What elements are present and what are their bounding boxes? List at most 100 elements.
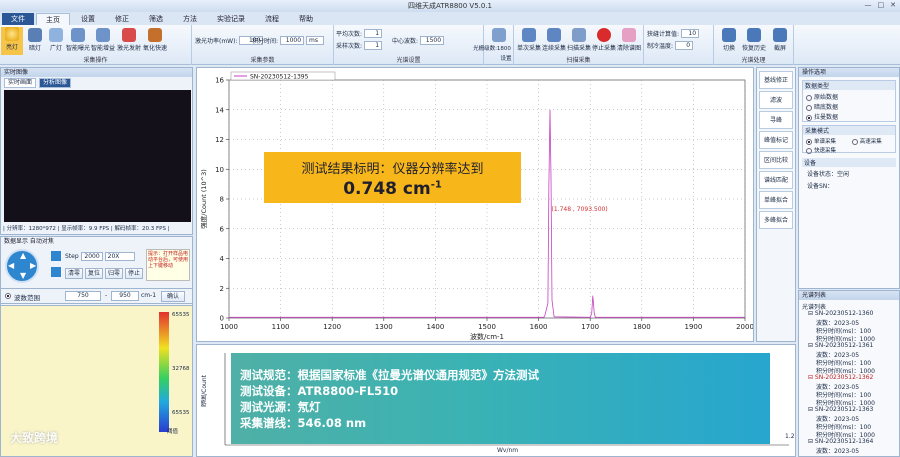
multi-fit-button[interactable]: 多峰拟合	[759, 211, 793, 229]
wide-button[interactable]: 广灯	[46, 28, 66, 52]
window-title: 四维天成ATR8800 V5.0.1	[407, 2, 493, 10]
tree-node[interactable]: ⊟ SN-20230512-1364	[808, 438, 873, 445]
sample-single-radio[interactable]	[806, 138, 812, 145]
peak-mark-button[interactable]: 峰值标记	[759, 131, 793, 149]
sample-mode-title: 采集模式	[803, 126, 895, 135]
mode-raman-radio[interactable]	[806, 114, 812, 121]
single-acquire-button[interactable]: 单次采集	[517, 28, 541, 52]
z-down-icon[interactable]	[51, 267, 61, 277]
mode-raw[interactable]: 原始数据	[806, 92, 895, 101]
integration-unit-select[interactable]: ms	[306, 36, 325, 45]
data-type-group: 数据类型 原始数据 暗底数据 拉曼数据	[802, 80, 896, 122]
wide-icon	[49, 28, 63, 42]
dark-icon	[28, 28, 42, 42]
group-label-params: 采集参数	[250, 57, 275, 64]
direction-pad[interactable]: ▲ ▼ ◀ ▶	[5, 249, 39, 283]
clear-button[interactable]: 清零	[65, 268, 83, 279]
restore-history-button[interactable]: 恢复历史	[742, 28, 766, 52]
laser-emit-button[interactable]: 激光发射	[117, 28, 141, 52]
auto-gain-button[interactable]: 智能增益	[91, 28, 115, 52]
region-compare-button[interactable]: 区间比较	[759, 151, 793, 169]
average-input[interactable]: 1	[364, 29, 383, 38]
single-fit-button[interactable]: 单峰拟合	[759, 191, 793, 209]
settings-button[interactable]	[489, 28, 509, 43]
tab-analysis-view[interactable]: 分析图像	[39, 78, 72, 88]
continuous-acquire-button[interactable]: 连续采集	[542, 28, 566, 52]
arrow-down-icon[interactable]: ▼	[20, 271, 26, 280]
integration-input[interactable]: 1000	[280, 36, 305, 45]
baseline-button[interactable]: 基线修正	[759, 71, 793, 89]
spectrum-chart[interactable]: 1000 1100 1200 1300 1400 1500 1600 1700 1800 1900…	[197, 68, 754, 341]
step-input[interactable]: 2000	[80, 252, 103, 261]
tab-help[interactable]: 帮助	[290, 13, 322, 25]
legend-label: SN-20230512-1395	[250, 74, 309, 81]
camera-view[interactable]	[4, 90, 191, 222]
test-info-overlay: 测试规范：根据国家标准《拉曼光谱仪通用规范》方法测试 测试设备：ATR8800-…	[231, 353, 770, 444]
sample-fast-radio[interactable]	[851, 138, 858, 145]
camera-status: | 分辨率：1280*972 | 显示帧率：9.9 FPS | 解码帧率：20.…	[3, 226, 170, 232]
tab-file[interactable]: 文件	[2, 13, 34, 25]
sample-quick-radio[interactable]	[806, 147, 812, 154]
range-confirm-button[interactable]: 确认	[161, 291, 185, 302]
range-max-input[interactable]: 950	[111, 291, 139, 301]
reset-button[interactable]: 复位	[85, 268, 103, 279]
mode-dark[interactable]: 暗底数据	[806, 102, 895, 111]
tree-node[interactable]: ⊟ SN-20230512-1363	[808, 406, 873, 413]
tab-filter[interactable]: 筛选	[140, 13, 172, 25]
slit-input[interactable]: 10	[681, 29, 700, 38]
mode-raw-radio[interactable]	[806, 94, 812, 101]
oxidize-button[interactable]: 氧化快速	[143, 28, 167, 52]
arrow-up-icon[interactable]: ▲	[20, 251, 26, 260]
center-wavenumber-input[interactable]: 1500	[420, 36, 445, 45]
sample-mode-group: 采集模式 单谱采集 高速采集 快速采集	[802, 125, 896, 154]
arrow-right-icon[interactable]: ▶	[30, 261, 36, 270]
tab-method[interactable]: 方法	[174, 13, 206, 25]
spectrum-match-button[interactable]: 谱线匹配	[759, 171, 793, 189]
maximize-button[interactable]: □	[878, 1, 885, 9]
screenshot-button[interactable]: 截屏	[769, 28, 791, 52]
tab-flow[interactable]: 流程	[256, 13, 288, 25]
stop-button[interactable]: 停止	[125, 268, 143, 279]
settings-label: 设置	[500, 56, 512, 62]
y-tick-label: 8	[220, 196, 224, 204]
range-radio[interactable]	[5, 293, 11, 299]
tab-records[interactable]: 实验记录	[208, 13, 254, 25]
mode-raman[interactable]: 拉曼数据	[806, 112, 895, 121]
x-tick-label: 1600	[530, 323, 548, 331]
spectrum-list-title: 光谱列表	[799, 291, 899, 300]
tree-node[interactable]: ⊟ SN-20230512-1360	[808, 310, 873, 317]
title-bar: 四维天成ATR8800 V5.0.1 — □ ✕	[0, 0, 900, 12]
tree-leaf[interactable]: 波数：2023-05	[816, 446, 859, 455]
x-tick-label: 1900	[684, 323, 702, 331]
auto-exposure-button[interactable]: 智能曝光	[66, 28, 90, 52]
range-min-input[interactable]: 750	[65, 291, 101, 301]
close-button[interactable]: ✕	[890, 1, 896, 9]
tree-node[interactable]: ⊟ SN-20230512-1362	[808, 374, 873, 381]
home-button[interactable]: 归零	[105, 268, 123, 279]
sample-mode-row2: 快速采集	[806, 146, 895, 154]
repeat-field: 采样次数: 1	[336, 41, 383, 50]
mode-dark-radio[interactable]	[806, 104, 812, 111]
repeat-input[interactable]: 1	[364, 41, 383, 50]
dark-button[interactable]: 暗灯	[25, 28, 45, 52]
speed-select[interactable]: 20X	[104, 252, 135, 261]
minimize-button[interactable]: —	[865, 1, 872, 9]
z-up-icon[interactable]	[51, 251, 61, 261]
switch-button[interactable]: 切换	[718, 28, 740, 52]
tab-home[interactable]: 主页	[36, 13, 70, 25]
switch-icon	[722, 28, 736, 42]
tab-settings[interactable]: 设置	[72, 13, 104, 25]
scan-acquire-button[interactable]: 扫描采集	[567, 28, 591, 52]
temperature-input[interactable]: 0	[675, 41, 694, 50]
clear-spectrum-button[interactable]: 清除谱图	[617, 28, 641, 52]
light-button[interactable]: 亮灯	[1, 27, 23, 55]
tree-node[interactable]: ⊟ SN-20230512-1361	[808, 342, 873, 349]
filter-button[interactable]: 滤波	[759, 91, 793, 109]
peak-search-button[interactable]: 寻峰	[759, 111, 793, 129]
tab-correction[interactable]: 修正	[106, 13, 138, 25]
stop-acquire-button[interactable]: 停止采集	[592, 28, 616, 52]
arrow-left-icon[interactable]: ◀	[8, 261, 14, 270]
tab-live-view[interactable]: 实时画面	[4, 78, 37, 88]
ribbon-group-slit: 狭缝计算值: 10 制冷温度: 0	[644, 25, 714, 65]
average-field: 平均次数: 1	[336, 29, 383, 38]
